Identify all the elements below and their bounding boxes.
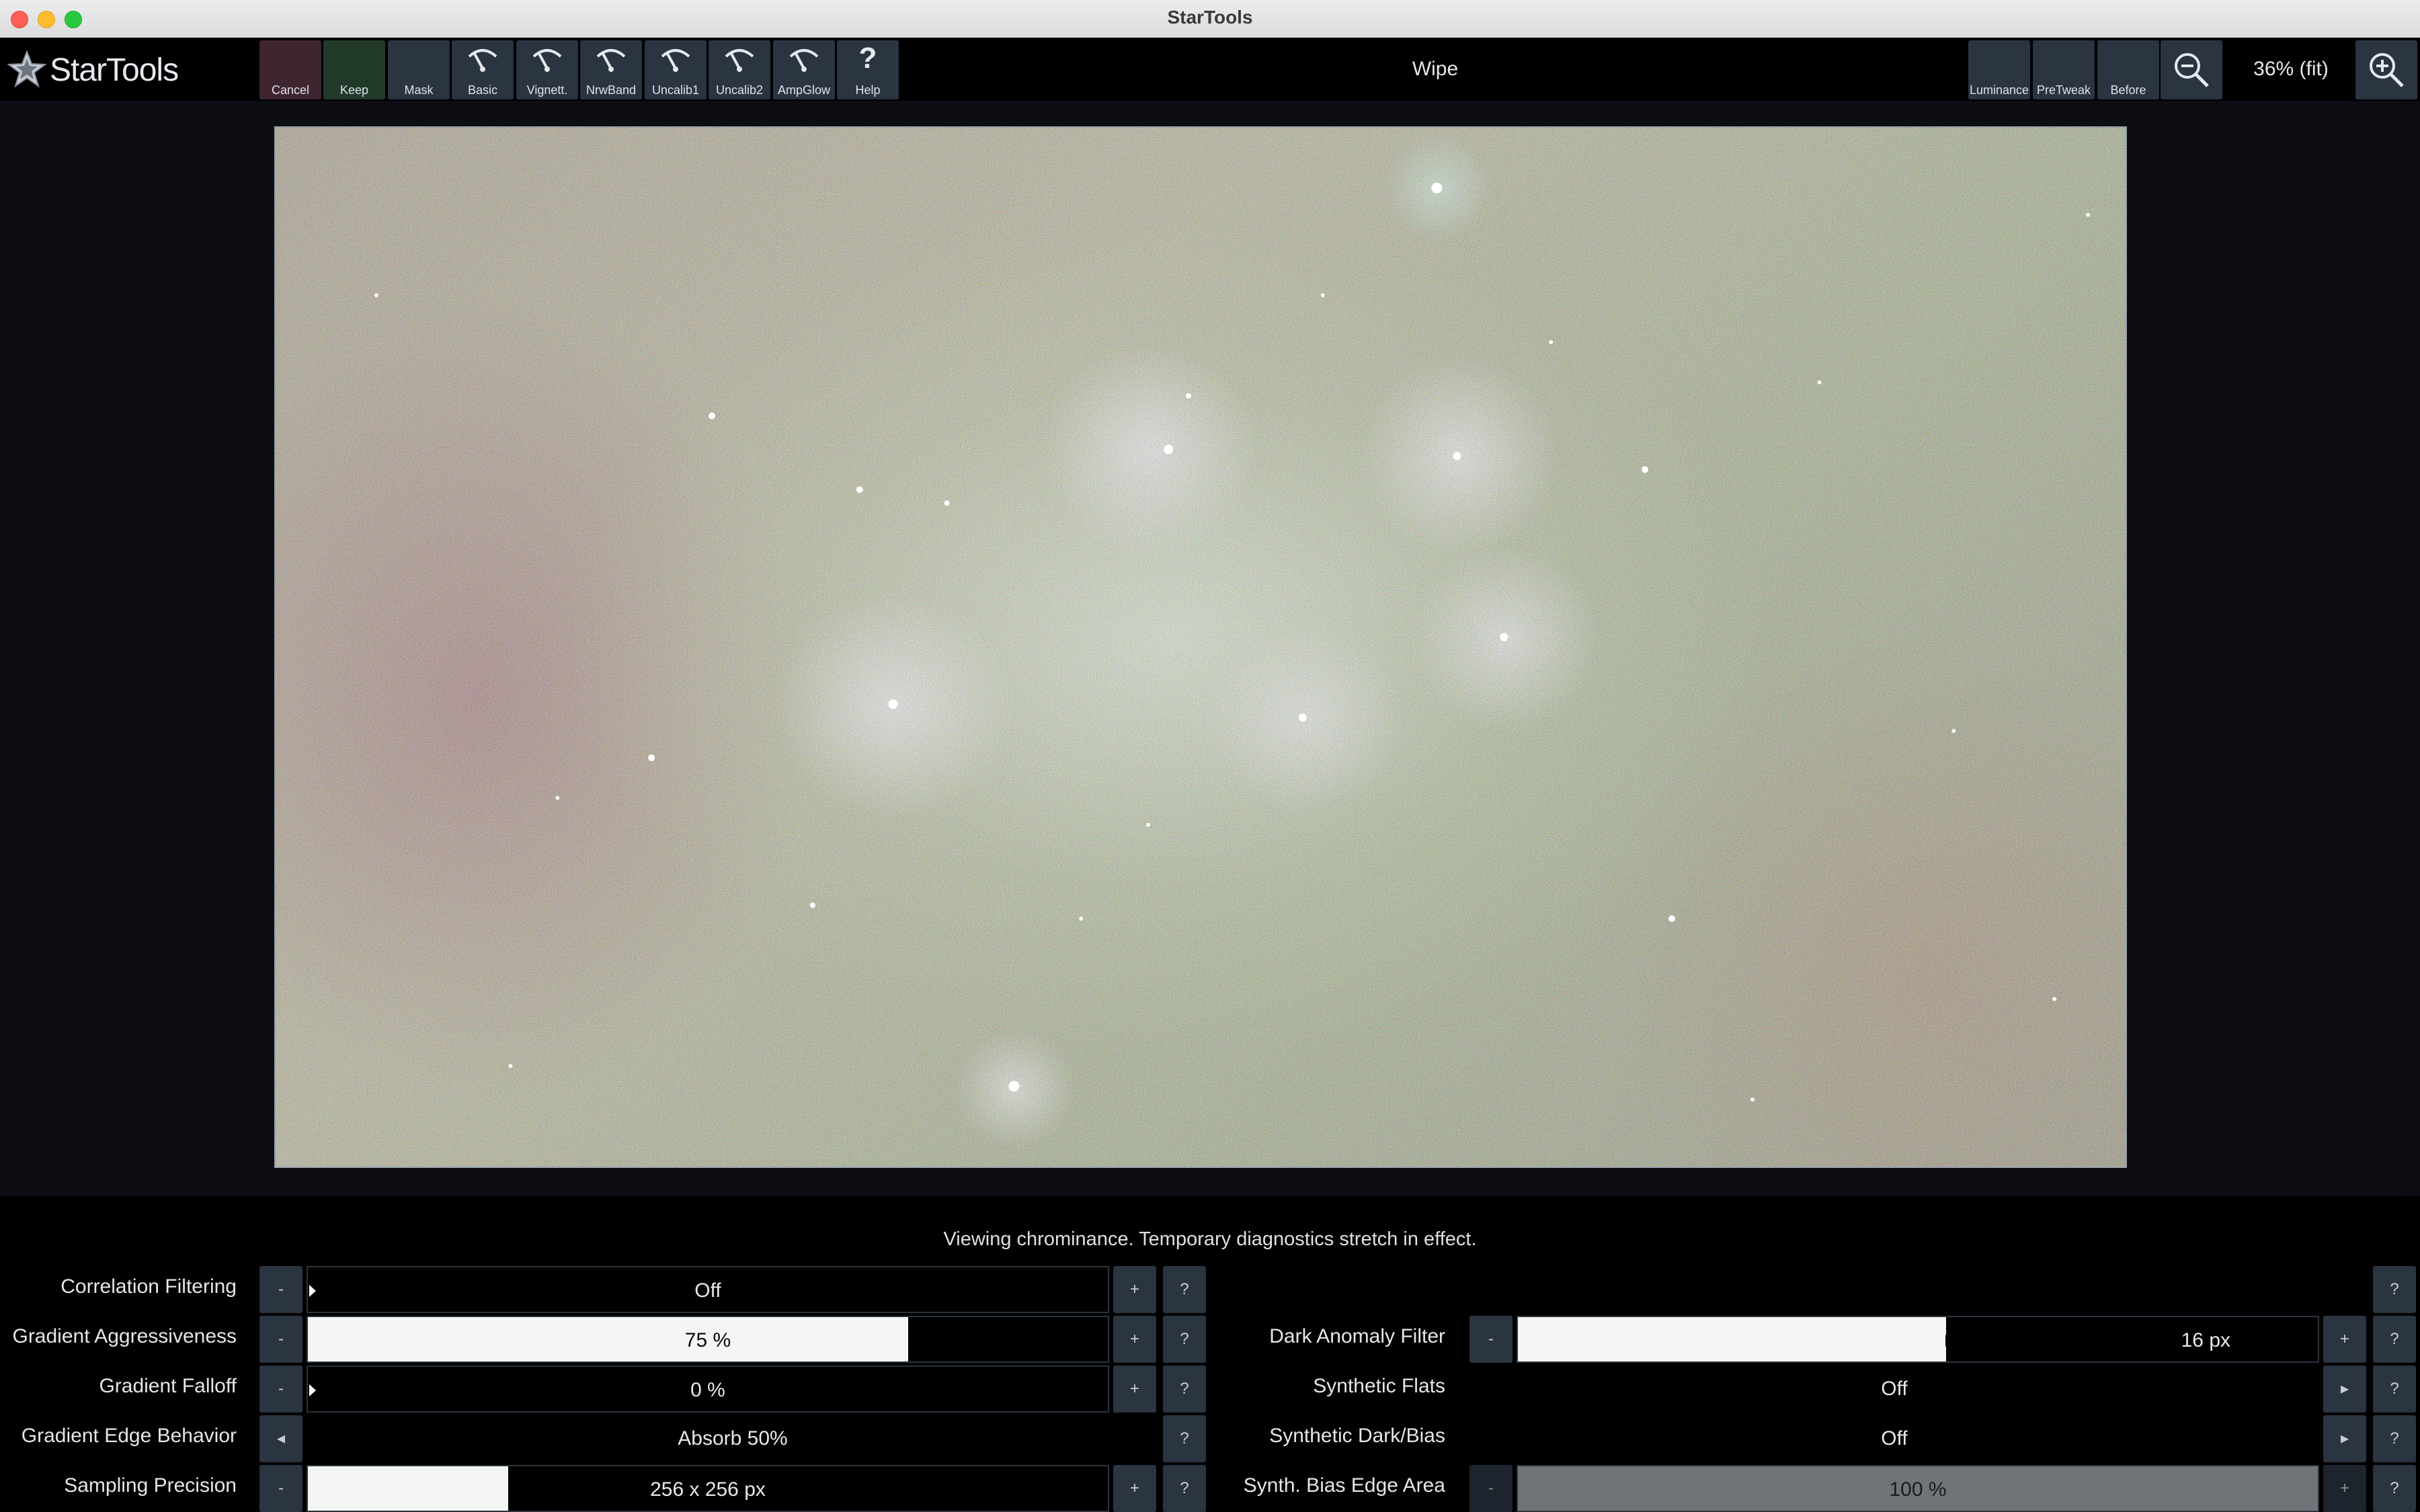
correlation-filtering-value: Off xyxy=(694,1279,721,1302)
zoom-out-button[interactable] xyxy=(2161,40,2222,99)
preset-vignette-button[interactable]: Vignett. xyxy=(516,40,578,99)
synthetic-flats-next[interactable]: ▸ xyxy=(2323,1366,2366,1413)
preset-uncalib1-button[interactable]: Uncalib1 xyxy=(645,40,707,99)
synthetic-dark-bias-label: Synthetic Dark/Bias xyxy=(1269,1425,1445,1447)
wiper-icon xyxy=(789,49,819,72)
gradient-falloff-decrement[interactable]: - xyxy=(259,1366,302,1413)
preset-vignette-label: Vignett. xyxy=(526,83,568,97)
correlation-filtering-slider[interactable]: Off xyxy=(307,1266,1109,1313)
cancel-button-label: Cancel xyxy=(271,83,310,97)
preset-basic-label: Basic xyxy=(467,83,497,97)
image-noise-texture xyxy=(276,128,2126,1167)
preset-ampglow-button[interactable]: AmpGlow xyxy=(773,40,835,99)
gradient-falloff-label: Gradient Falloff xyxy=(99,1375,237,1397)
dark-anomaly-filter-value: 16 px xyxy=(2181,1329,2230,1351)
gradient-edge-behavior-label: Gradient Edge Behavior xyxy=(21,1425,237,1447)
sampling-precision-decrement[interactable]: - xyxy=(259,1465,302,1512)
keep-button[interactable]: Keep xyxy=(323,40,385,99)
preset-narrowband-button[interactable]: NrwBand xyxy=(580,40,642,99)
synth-bias-edge-area-label: Synth. Bias Edge Area xyxy=(1243,1474,1445,1497)
help-icon: ? xyxy=(858,42,877,75)
synth-bias-edge-area-help[interactable]: ? xyxy=(2373,1465,2416,1512)
gradient-falloff-value: 0 % xyxy=(690,1379,725,1401)
synthetic-dark-bias-help[interactable]: ? xyxy=(2373,1415,2416,1462)
logo-text: StarTools xyxy=(50,52,179,88)
pretweak-button[interactable]: PreTweak xyxy=(2033,40,2095,99)
synthetic-dark-bias-value[interactable]: Off xyxy=(1469,1415,2319,1462)
startools-logo: StarTools xyxy=(7,48,179,91)
gradient-edge-behavior-help[interactable]: ? xyxy=(1163,1415,1206,1462)
cancel-button[interactable]: Cancel xyxy=(259,40,321,99)
luminance-button[interactable]: Luminance xyxy=(1968,40,2030,99)
correlation-filtering-decrement[interactable]: - xyxy=(259,1266,302,1313)
before-button[interactable]: Before xyxy=(2097,40,2159,99)
dark-anomaly-filter-slider[interactable]: 16 px xyxy=(1517,1316,2319,1363)
gradient-aggressiveness-help[interactable]: ? xyxy=(1163,1316,1206,1363)
gradient-edge-behavior-prev[interactable]: ◂ xyxy=(259,1415,302,1462)
right-column-help[interactable]: ? xyxy=(2373,1266,2416,1313)
gradient-aggressiveness-increment[interactable]: + xyxy=(1113,1316,1156,1363)
zoom-in-button[interactable] xyxy=(2355,40,2417,99)
tool-title: Wipe xyxy=(1412,58,1459,80)
correlation-filtering-increment[interactable]: + xyxy=(1113,1266,1156,1313)
sampling-precision-help[interactable]: ? xyxy=(1163,1465,1206,1512)
wiper-icon xyxy=(725,49,754,72)
preset-uncalib2-label: Uncalib2 xyxy=(715,83,764,97)
window-title: StarTools xyxy=(1167,7,1253,28)
gradient-falloff-help[interactable]: ? xyxy=(1163,1366,1206,1413)
dark-anomaly-filter-decrement[interactable]: - xyxy=(1469,1316,1513,1363)
sampling-precision-increment[interactable]: + xyxy=(1113,1465,1156,1512)
zoom-in-icon xyxy=(2370,53,2404,87)
image-viewport[interactable] xyxy=(0,101,2400,1196)
synth-bias-edge-area-decrement[interactable]: - xyxy=(1469,1465,1513,1512)
preset-narrowband-label: NrwBand xyxy=(586,83,637,97)
luminance-button-label: Luminance xyxy=(1969,83,2029,97)
preset-uncalib1-label: Uncalib1 xyxy=(651,83,700,97)
preset-basic-button[interactable]: Basic xyxy=(452,40,514,99)
synth-bias-edge-area-increment[interactable]: + xyxy=(2323,1465,2366,1512)
gradient-aggressiveness-label: Gradient Aggressiveness xyxy=(12,1325,237,1347)
synthetic-flats-value[interactable]: Off xyxy=(1469,1366,2319,1413)
keep-button-label: Keep xyxy=(339,83,369,97)
preset-uncalib2-button[interactable]: Uncalib2 xyxy=(709,40,770,99)
gradient-aggressiveness-decrement[interactable]: - xyxy=(259,1316,302,1363)
dark-anomaly-filter-increment[interactable]: + xyxy=(2323,1316,2366,1363)
wiper-icon xyxy=(532,49,562,72)
wiper-icon xyxy=(596,49,626,72)
correlation-filtering-label: Correlation Filtering xyxy=(61,1275,237,1298)
gradient-falloff-increment[interactable]: + xyxy=(1113,1366,1156,1413)
title-bar: StarTools xyxy=(0,0,2420,38)
synth-bias-edge-area-value: 100 % xyxy=(1889,1478,1947,1501)
gradient-falloff-slider[interactable]: 0 % xyxy=(307,1366,1109,1413)
zoom-level: 36% (fit) xyxy=(2253,58,2329,80)
wiper-icon xyxy=(661,49,690,72)
pretweak-button-label: PreTweak xyxy=(2036,83,2091,97)
gradient-aggressiveness-slider[interactable]: 75 % xyxy=(307,1316,1109,1363)
sampling-precision-slider[interactable]: 256 x 256 px xyxy=(307,1465,1109,1512)
preset-ampglow-label: AmpGlow xyxy=(777,83,831,97)
status-message: Viewing chrominance. Temporary diagnosti… xyxy=(943,1228,1477,1250)
star-logo-icon xyxy=(7,50,47,88)
zoom-out-icon xyxy=(2175,53,2209,87)
correlation-filtering-help[interactable]: ? xyxy=(1163,1266,1206,1313)
help-button-label: Help xyxy=(855,83,881,97)
mask-button[interactable]: Mask xyxy=(388,40,450,99)
synthetic-flats-label: Synthetic Flats xyxy=(1313,1375,1445,1397)
synthetic-dark-bias-next[interactable]: ▸ xyxy=(2323,1415,2366,1462)
synthetic-flats-help[interactable]: ? xyxy=(2373,1366,2416,1413)
gradient-aggressiveness-value: 75 % xyxy=(684,1329,731,1351)
top-toolbar: StarTools Cancel Keep Mask Basic Vignett… xyxy=(0,38,2420,101)
sampling-precision-label: Sampling Precision xyxy=(64,1474,237,1497)
dark-anomaly-filter-label: Dark Anomaly Filter xyxy=(1269,1325,1445,1347)
dark-anomaly-filter-help[interactable]: ? xyxy=(2373,1316,2416,1363)
wiper-icon xyxy=(468,49,497,72)
synth-bias-edge-area-slider[interactable]: 100 % xyxy=(1517,1465,2319,1512)
astro-image[interactable] xyxy=(274,126,2127,1168)
mask-button-label: Mask xyxy=(404,83,434,97)
help-button[interactable]: ? Help xyxy=(837,40,899,99)
before-button-label: Before xyxy=(2110,83,2146,97)
gradient-edge-behavior-value[interactable]: Absorb 50% xyxy=(307,1415,1159,1462)
sampling-precision-value: 256 x 256 px xyxy=(650,1478,766,1501)
